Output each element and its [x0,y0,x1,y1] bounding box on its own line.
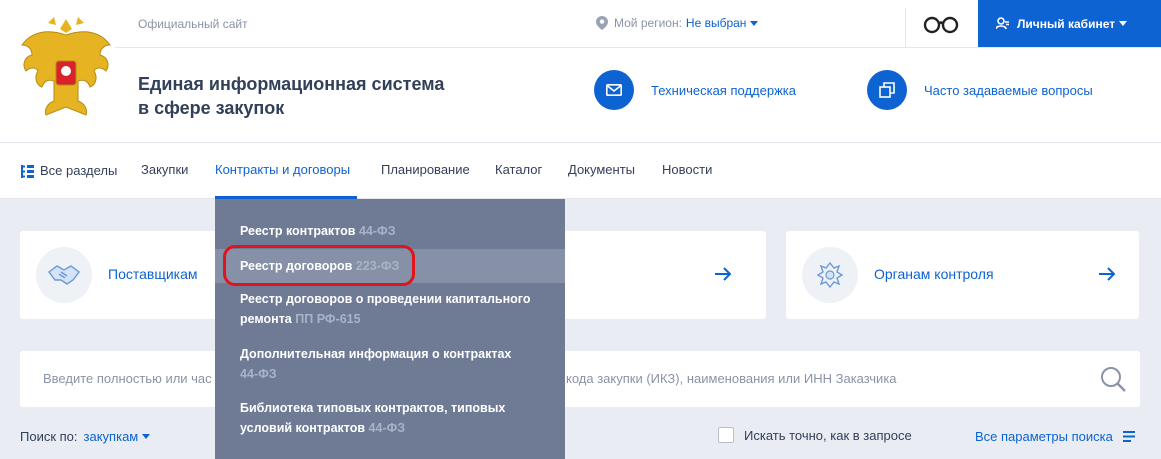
filter-list-icon [1122,431,1135,442]
search-by-value: закупкам [83,429,139,444]
search-icon[interactable] [1100,366,1126,392]
card-control-bodies[interactable]: Органам контроля [786,231,1139,319]
nav-item-documents[interactable]: Документы [568,143,635,199]
contracts-dropdown-menu: Реестр контрактов 44-ФЗ Реестр договоров… [215,199,565,459]
region-label: Мой регион: [614,16,682,30]
main-nav: Все разделы Закупки Контракты и договоры… [0,143,1161,199]
search-by: Поиск по: закупкам [20,429,151,444]
emblem-control-icon [802,247,858,303]
card-suppliers-label: Поставщикам [108,266,198,282]
personal-cabinet-button[interactable]: Личный кабинет [978,0,1161,47]
exact-match-option[interactable]: Искать точно, как в запросе [718,427,912,443]
cabinet-label: Личный кабинет [1017,16,1116,31]
card-control-bodies-label: Органам контроля [874,266,994,282]
search-placeholder-right: кода закупки (ИКЗ), наименования или ИНН… [566,371,897,386]
menu-item-text: Реестр контрактов [240,224,356,238]
menu-item-tag: 44-ФЗ [240,367,277,381]
site-title-line1: Единая информационная система [138,74,445,94]
exact-match-checkbox[interactable] [718,427,734,443]
site-header: Официальный сайт Мой регион: Не выбран Л… [0,0,1161,143]
menu-item-tag: ПП РФ-615 [295,312,361,326]
search-placeholder-left: Введите полностью или час [43,371,212,386]
site-title-line2: в сфере закупок [138,98,285,118]
menu-item-capital-repair-registry[interactable]: Реестр договоров о проведении капитально… [215,289,565,329]
tech-support-label: Техническая поддержка [651,82,796,98]
sections-icon [21,164,34,178]
search-filters: Поиск по: закупкам Искать точно, как в з… [20,427,1140,447]
divider [905,8,906,48]
nav-item-purchases[interactable]: Закупки [141,143,188,199]
menu-item-tag: 44-ФЗ [358,224,396,238]
nav-item-planning[interactable]: Планирование [381,143,470,199]
faq-link[interactable]: Часто задаваемые вопросы [867,70,1093,110]
russia-emblem-logo[interactable] [18,15,114,121]
arrow-right-icon [1099,267,1116,281]
chevron-down-icon [750,20,759,26]
menu-item-text: Реестр договоров о проведении капитально… [240,292,531,326]
top-bar: Официальный сайт Мой регион: Не выбран Л… [115,0,1161,48]
all-search-params-link[interactable]: Все параметры поиска [975,429,1135,444]
faq-icon [867,70,907,110]
search-bar[interactable]: Введите полностью или час кода закупки (… [20,351,1140,407]
accessibility-glasses-icon[interactable] [923,14,959,34]
arrow-right-icon [715,267,732,281]
nav-item-contracts[interactable]: Контракты и договоры [215,143,357,199]
all-search-params-label: Все параметры поиска [975,429,1113,444]
tech-support-link[interactable]: Техническая поддержка [594,70,796,110]
menu-item-text: Дополнительная информация о контрактах [240,347,512,361]
menu-item-additional-info[interactable]: Дополнительная информация о контрактах 4… [215,344,565,384]
user-icon [996,17,1009,30]
menu-item-tag: 44-ФЗ [368,421,406,435]
mail-icon [594,70,634,110]
faq-label: Часто задаваемые вопросы [924,82,1093,98]
red-highlight-annotation [223,245,415,286]
handshake-icon [36,247,92,303]
nav-all-sections-label: Все разделы [40,163,118,178]
location-pin-icon [596,16,608,30]
exact-match-label: Искать точно, как в запросе [744,427,912,443]
search-by-select[interactable]: закупкам [84,429,151,444]
nav-all-sections[interactable]: Все разделы [21,143,117,199]
search-by-label: Поиск по: [20,429,78,444]
menu-item-contracts-registry[interactable]: Реестр контрактов 44-ФЗ [215,221,565,241]
menu-item-template-library[interactable]: Библиотека типовых контрактов, типовых у… [215,398,565,438]
region-value[interactable]: Не выбран [686,16,759,30]
site-title[interactable]: Единая информационная система в сфере за… [138,72,468,120]
chevron-down-icon [1119,21,1128,26]
region-selector[interactable]: Мой регион: Не выбран [596,16,759,30]
nav-item-catalog[interactable]: Каталог [495,143,542,199]
official-site-label: Официальный сайт [138,17,248,31]
nav-item-news[interactable]: Новости [662,143,712,199]
region-value-text: Не выбран [685,16,747,30]
chevron-down-icon [142,434,151,439]
